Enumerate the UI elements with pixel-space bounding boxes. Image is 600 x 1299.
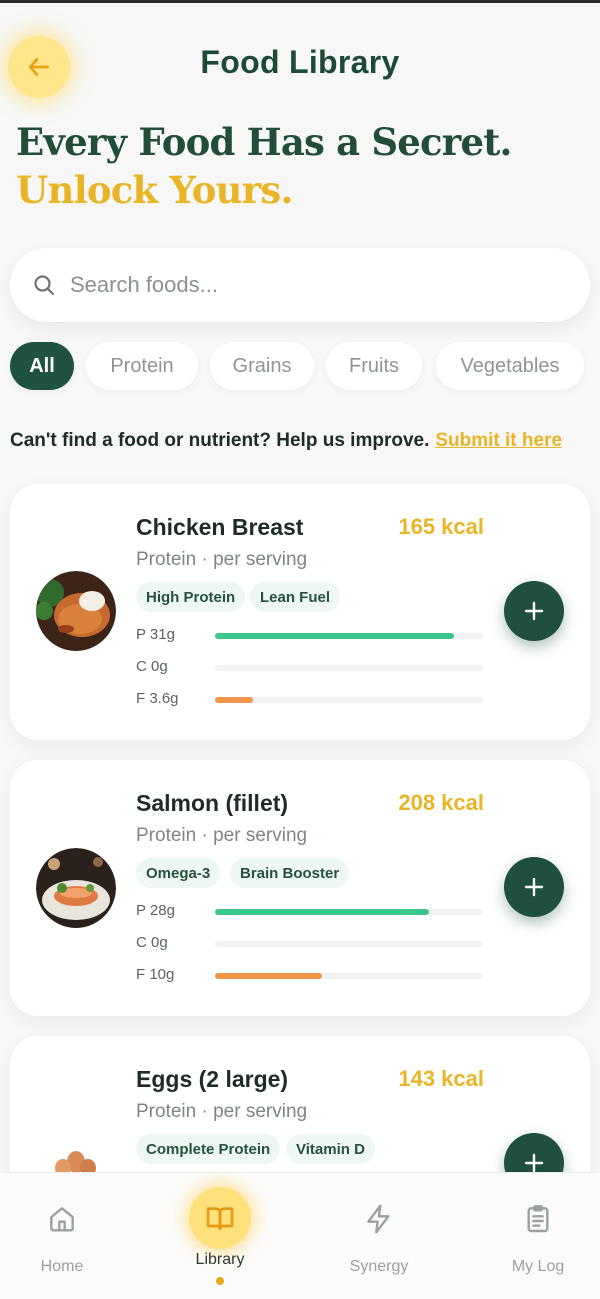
food-kcal: 143 kcal: [398, 1066, 484, 1091]
tag: Vitamin D: [286, 1134, 375, 1164]
food-card-salmon[interactable]: Salmon (fillet) 208 kcal Protein · per s…: [10, 760, 590, 1016]
header: Food Library: [0, 8, 600, 118]
food-image-salmon: [36, 848, 116, 928]
protein-bar-fill: [215, 909, 430, 915]
food-name: Salmon (fillet): [136, 790, 289, 816]
fat-bar-fill: [215, 973, 323, 979]
hero-line-2: Unlock Yours.: [16, 168, 293, 212]
chip-fruits[interactable]: Fruits: [326, 342, 422, 390]
book-icon: [206, 1207, 234, 1230]
tag: Lean Fuel: [250, 582, 341, 612]
food-subtitle: Protein · per serving: [136, 1101, 308, 1122]
active-dot: [216, 1277, 224, 1285]
carb-bar: [215, 941, 483, 947]
nav-home[interactable]: Home: [0, 1173, 137, 1299]
tag: Brain Booster: [230, 858, 350, 888]
search-icon: [34, 275, 55, 296]
fat-label: F 10g: [136, 966, 175, 983]
nav-library[interactable]: Library: [145, 1173, 295, 1299]
food-subtitle: Protein · per serving: [136, 549, 308, 570]
clipboard-icon: [527, 1205, 549, 1233]
protein-bar-fill: [215, 633, 454, 639]
plus-icon: [524, 877, 544, 897]
food-subtitle: Protein · per serving: [136, 825, 308, 846]
food-card-chicken[interactable]: Chicken Breast 165 kcal Protein · per se…: [10, 484, 590, 740]
submit-link[interactable]: Submit it here: [435, 430, 562, 451]
category-chips: All Protein Grains Fruits Vegetables: [8, 342, 600, 390]
tag: High Protein: [136, 582, 246, 612]
page-title: Food Library: [200, 44, 400, 80]
food-name: Chicken Breast: [136, 514, 304, 540]
lightning-icon: [367, 1204, 390, 1234]
feedback-text: Can't find a food or nutrient? Help us i…: [10, 430, 430, 451]
add-food-button[interactable]: [504, 581, 564, 641]
carb-label: C 0g: [136, 934, 168, 951]
chip-vegetables[interactable]: Vegetables: [436, 342, 584, 390]
home-icon: [50, 1207, 74, 1232]
chip-grains[interactable]: Grains: [210, 342, 314, 390]
tag: Complete Protein: [136, 1134, 281, 1164]
fat-bar: [215, 697, 483, 703]
protein-bar: [215, 909, 483, 915]
protein-bar: [215, 633, 483, 639]
nav-synergy-label: Synergy: [349, 1258, 409, 1275]
plus-icon: [524, 601, 544, 621]
feedback-row: Can't find a food or nutrient? Help us i…: [10, 430, 595, 452]
nav-synergy[interactable]: Synergy: [304, 1173, 454, 1299]
food-kcal: 165 kcal: [398, 514, 484, 539]
fat-bar: [215, 973, 483, 979]
protein-label: P 28g: [136, 902, 175, 919]
fat-label: F 3.6g: [136, 690, 179, 707]
nav-home-label: Home: [40, 1258, 84, 1275]
fat-bar-fill: [215, 697, 253, 703]
food-name: Eggs (2 large): [136, 1066, 289, 1092]
chip-all[interactable]: All: [10, 342, 74, 390]
tag: Omega-3: [136, 858, 221, 888]
nav-library-label: Library: [195, 1251, 245, 1268]
search-bar[interactable]: [10, 248, 590, 322]
carb-bar: [215, 665, 483, 671]
hero-line-1: Every Food Has a Secret.: [16, 120, 512, 164]
add-food-button[interactable]: [504, 857, 564, 917]
food-kcal: 208 kcal: [398, 790, 484, 815]
bottom-nav: Home Library Synergy My Log: [0, 1172, 600, 1299]
status-line: [0, 0, 600, 3]
protein-label: P 31g: [136, 626, 175, 643]
nav-mylog-label: My Log: [511, 1258, 565, 1275]
search-input[interactable]: [70, 272, 550, 298]
hero-heading: Every Food Has a Secret. Unlock Yours.: [16, 118, 586, 214]
nav-mylog[interactable]: My Log: [463, 1173, 600, 1299]
food-image-chicken: [36, 571, 116, 651]
carb-label: C 0g: [136, 658, 168, 675]
chip-protein[interactable]: Protein: [86, 342, 198, 390]
